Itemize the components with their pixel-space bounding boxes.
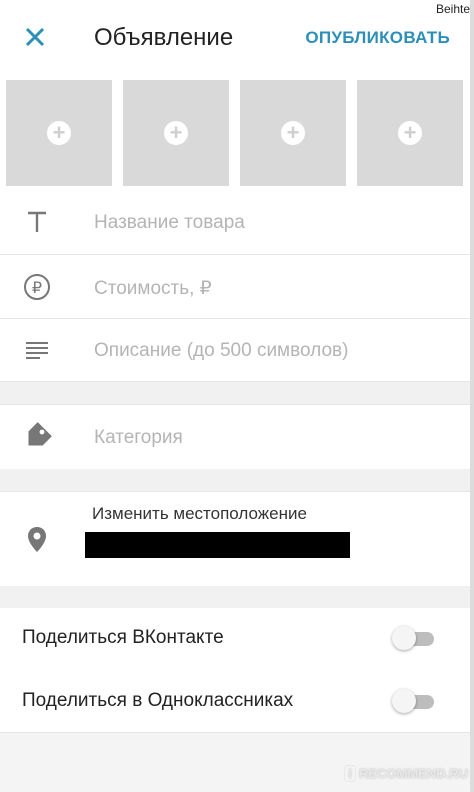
bottom-area — [0, 733, 470, 792]
description-field-row[interactable]: Описание (до 500 символов) — [0, 319, 470, 382]
share-ok-row: Поделиться в Одноклассниках — [0, 672, 470, 733]
price-input[interactable]: Стоимость, ₽ — [94, 277, 212, 300]
add-photo-slot-4[interactable]: + — [357, 80, 463, 186]
description-input[interactable]: Описание (до 500 символов) — [94, 340, 348, 362]
category-select[interactable]: Категория — [94, 427, 183, 449]
plus-circle-icon: + — [398, 121, 422, 145]
corner-text: Beihte — [435, 2, 470, 16]
location-change-label[interactable]: Изменить местоположение — [92, 504, 307, 524]
share-ok-label: Поделиться в Одноклассниках — [22, 690, 294, 711]
location-pin-icon — [28, 527, 46, 552]
title-field-row[interactable]: Название товара — [0, 190, 470, 255]
top-app-bar: Объявление ОПУБЛИКОВАТЬ — [0, 0, 470, 73]
description-lines-icon — [26, 342, 48, 359]
title-input[interactable]: Название товара — [94, 212, 245, 234]
add-photo-slot-3[interactable]: + — [240, 80, 346, 186]
share-ok-toggle[interactable] — [392, 689, 436, 713]
ruble-icon: ₽ — [24, 274, 50, 300]
toggle-thumb — [392, 626, 416, 650]
section-divider — [0, 382, 470, 404]
redacted-address — [85, 532, 350, 558]
category-field-row[interactable]: Категория — [0, 404, 470, 470]
publish-button[interactable]: ОПУБЛИКОВАТЬ — [305, 28, 450, 48]
share-vk-toggle[interactable] — [392, 626, 436, 650]
watermark: i RECOMMEND.RU — [344, 765, 468, 782]
plus-circle-icon: + — [164, 121, 188, 145]
screen: Объявление ОПУБЛИКОВАТЬ + + + + Название… — [0, 0, 470, 792]
section-divider — [0, 586, 470, 608]
plus-circle-icon: + — [281, 121, 305, 145]
close-button[interactable] — [18, 20, 52, 54]
photo-slots: + + + + — [0, 72, 470, 190]
toggle-thumb — [392, 689, 416, 713]
share-vk-label: Поделиться ВКонтакте — [22, 627, 224, 648]
text-title-icon — [28, 211, 46, 232]
close-icon — [25, 27, 45, 47]
watermark-text: RECOMMEND.RU — [358, 766, 468, 781]
svg-text:₽: ₽ — [32, 278, 42, 297]
location-row[interactable]: Изменить местоположение — [0, 491, 470, 587]
section-divider — [0, 469, 470, 491]
watermark-logo-icon: i — [344, 765, 356, 782]
plus-circle-icon: + — [47, 121, 71, 145]
share-vk-row: Поделиться ВКонтакте — [0, 609, 470, 669]
add-photo-slot-2[interactable]: + — [123, 80, 229, 186]
price-field-row[interactable]: ₽ Стоимость, ₽ — [0, 255, 470, 319]
tag-icon — [28, 422, 52, 446]
add-photo-slot-1[interactable]: + — [6, 80, 112, 186]
page-title: Объявление — [94, 24, 234, 51]
screen-edge — [470, 0, 474, 792]
